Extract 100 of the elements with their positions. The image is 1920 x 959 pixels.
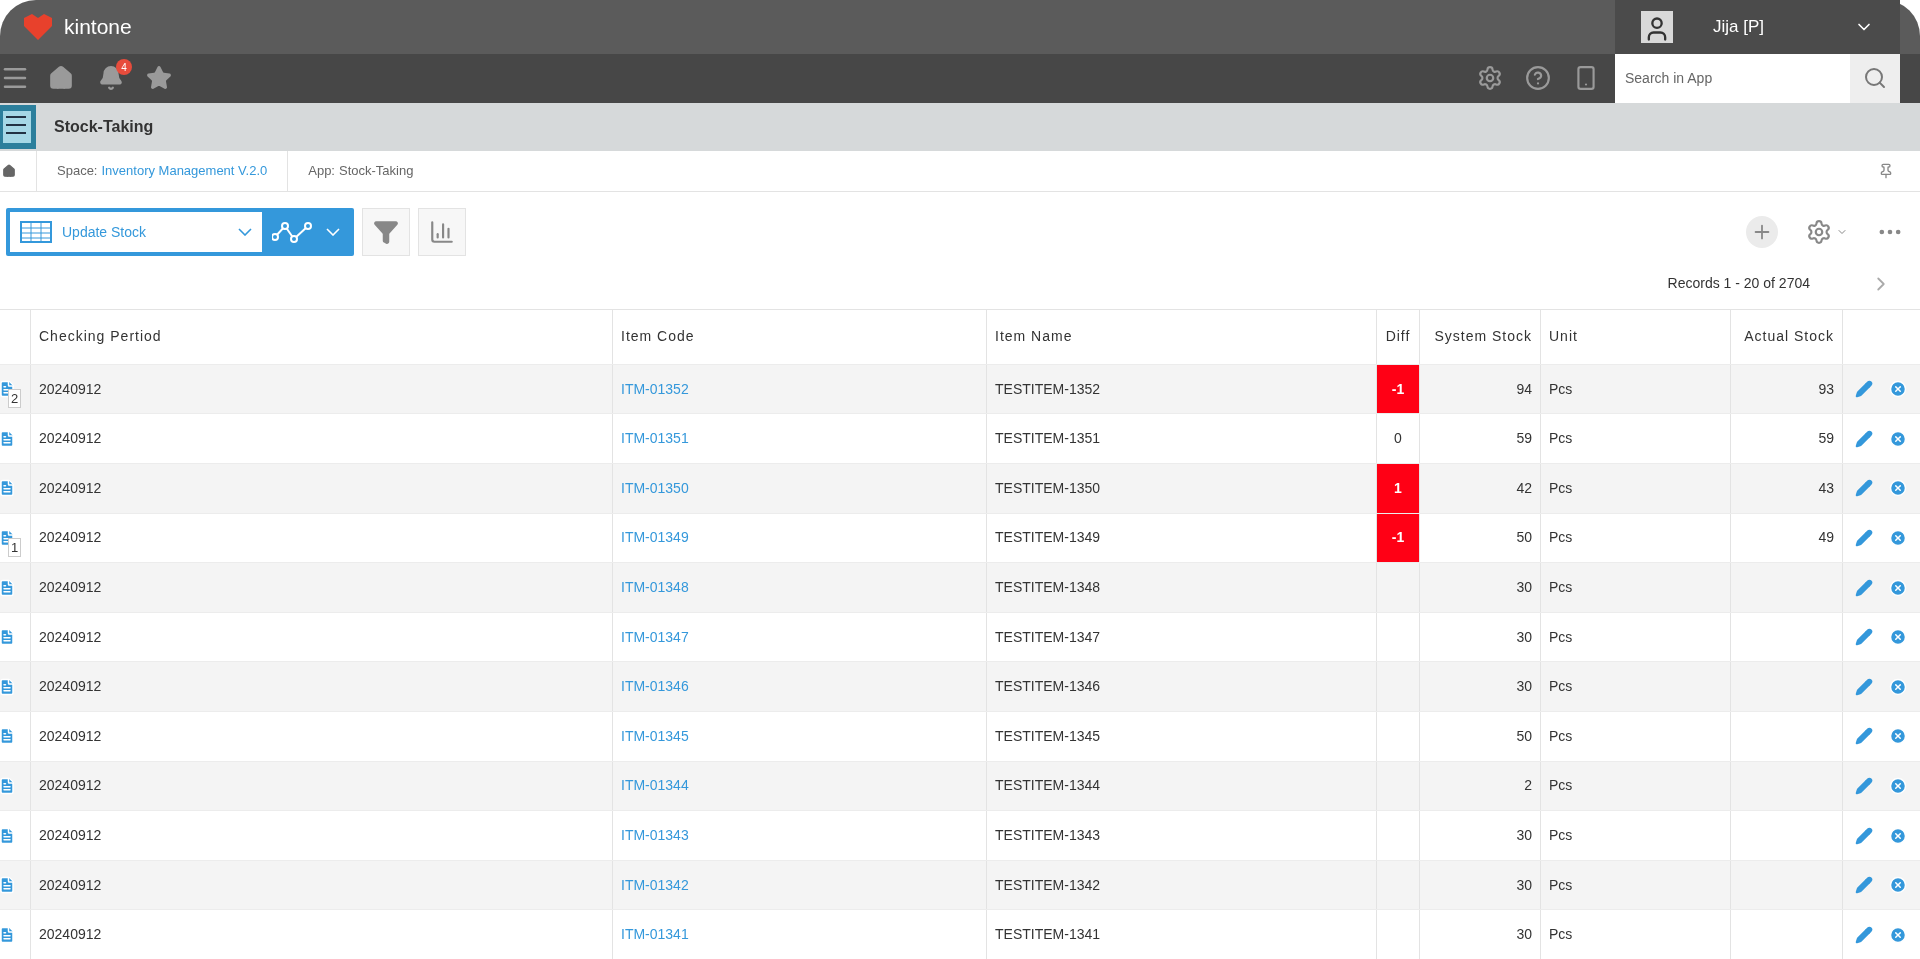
column-header: Diff <box>1377 310 1420 364</box>
edit-icon[interactable] <box>1855 380 1873 399</box>
item-code-link[interactable]: ITM-01352 <box>621 378 689 400</box>
breadcrumb-link[interactable]: Inventory Management V.2.0 <box>101 161 268 181</box>
item-code-link[interactable]: ITM-01343 <box>621 825 689 846</box>
table-cell: TESTITEM-1345 <box>987 712 1377 761</box>
item-code-link[interactable]: ITM-01345 <box>621 725 689 747</box>
item-code-link[interactable]: ITM-01349 <box>621 527 689 549</box>
item-code-link[interactable]: ITM-01347 <box>621 626 689 648</box>
item-code-link[interactable]: ITM-01348 <box>621 577 689 599</box>
search-field[interactable]: Search in App <box>1615 53 1850 103</box>
delete-icon[interactable] <box>1889 925 1907 944</box>
view-select[interactable]: Update Stock <box>10 212 262 253</box>
item-code-link[interactable]: ITM-01351 <box>621 428 689 450</box>
delete-icon[interactable] <box>1889 578 1907 597</box>
delete-icon[interactable] <box>1889 528 1907 547</box>
table-cell: Pcs <box>1541 811 1731 860</box>
table-cell: 20240912 <box>31 910 613 959</box>
diff-cell: -1 <box>1377 513 1420 563</box>
notification-badge: 4 <box>116 59 132 76</box>
table-cell: 20240912 <box>31 464 613 513</box>
edit-icon[interactable] <box>1855 578 1873 597</box>
edit-icon[interactable] <box>1855 727 1873 746</box>
column-header: Checking Pertiod <box>31 310 613 364</box>
delete-icon[interactable] <box>1889 429 1907 448</box>
app-title: Stock-Taking <box>54 116 154 137</box>
chart-button[interactable] <box>418 208 466 257</box>
delete-icon[interactable] <box>1889 628 1907 647</box>
help-icon[interactable] <box>1525 65 1551 92</box>
chevron-icon <box>238 228 252 237</box>
column-header: Item Code <box>613 310 987 364</box>
table-cell: 43 <box>1731 464 1843 513</box>
user-name: Jija [P] <box>1713 16 1765 39</box>
home-icon[interactable] <box>2 164 16 179</box>
item-code-link[interactable]: ITM-01341 <box>621 924 689 946</box>
edit-icon[interactable] <box>1855 528 1873 547</box>
document-icon[interactable] <box>0 628 16 647</box>
pagination-info: Records 1 - 20 of 2704 <box>1667 274 1810 294</box>
breadcrumb-prefix: Space: <box>57 162 98 181</box>
edit-icon[interactable] <box>1855 776 1873 795</box>
item-code-link[interactable]: ITM-01346 <box>621 676 689 698</box>
search-button[interactable] <box>1850 53 1900 103</box>
star-icon[interactable] <box>146 65 172 92</box>
table-cell: Pcs <box>1541 910 1731 959</box>
filter-button[interactable] <box>362 208 410 257</box>
table-cell: Pcs <box>1541 712 1731 761</box>
delete-icon[interactable] <box>1889 727 1907 746</box>
column-header: Item Name <box>987 310 1377 364</box>
table-cell: 20240912 <box>31 563 613 612</box>
search-icon <box>1863 66 1887 91</box>
edit-icon[interactable] <box>1855 826 1873 845</box>
column-header: System Stock <box>1420 310 1541 364</box>
table-cell: TESTITEM-1348 <box>987 563 1377 612</box>
chevron-icon <box>326 228 340 237</box>
edit-icon[interactable] <box>1855 876 1873 895</box>
comment-count: 1 <box>8 537 22 557</box>
delete-icon[interactable] <box>1889 380 1907 399</box>
home-icon[interactable] <box>48 65 74 92</box>
delete-icon[interactable] <box>1889 876 1907 895</box>
table-cell: 42 <box>1420 464 1541 513</box>
document-icon[interactable] <box>0 727 16 746</box>
breadcrumb-prefix: App: <box>308 162 335 181</box>
settings-icon[interactable] <box>1477 65 1503 92</box>
item-code-link[interactable]: ITM-01342 <box>621 874 689 896</box>
line-graph-icon <box>272 221 312 244</box>
table-cell: 30 <box>1420 811 1541 860</box>
item-code-link[interactable]: ITM-01350 <box>621 477 689 499</box>
pin-icon[interactable] <box>1878 163 1894 180</box>
app-icon <box>0 102 36 151</box>
gear-icon <box>1806 219 1832 246</box>
table-icon <box>20 221 52 244</box>
delete-icon[interactable] <box>1889 479 1907 498</box>
delete-icon[interactable] <box>1889 776 1907 795</box>
delete-icon[interactable] <box>1889 826 1907 845</box>
diff-cell: 1 <box>1377 464 1420 513</box>
edit-icon[interactable] <box>1855 628 1873 647</box>
settings-menu-button[interactable] <box>1806 219 1848 246</box>
edit-icon[interactable] <box>1855 677 1873 696</box>
add-button[interactable] <box>1746 216 1778 249</box>
document-icon[interactable] <box>0 429 16 448</box>
item-code-link[interactable]: ITM-01344 <box>621 775 689 797</box>
document-icon[interactable] <box>0 578 16 597</box>
avatar-icon <box>1641 10 1673 43</box>
delete-icon[interactable] <box>1889 677 1907 696</box>
bar-chart-icon <box>429 219 455 246</box>
document-icon[interactable] <box>0 479 16 498</box>
document-icon[interactable] <box>0 677 16 696</box>
document-icon[interactable] <box>0 776 16 795</box>
column-header: Actual Stock <box>1731 310 1843 364</box>
document-icon[interactable] <box>0 876 16 895</box>
table-cell: TESTITEM-1341 <box>987 910 1377 959</box>
document-icon[interactable] <box>0 826 16 845</box>
edit-icon[interactable] <box>1855 925 1873 944</box>
user-menu[interactable]: Jija [P] <box>1615 0 1900 54</box>
breadcrumb-label: Stock-Taking <box>339 162 414 181</box>
edit-icon[interactable] <box>1855 429 1873 448</box>
table-cell: 20240912 <box>31 712 613 761</box>
document-icon[interactable] <box>0 925 16 944</box>
edit-icon[interactable] <box>1855 479 1873 498</box>
comment-count: 2 <box>8 388 22 408</box>
